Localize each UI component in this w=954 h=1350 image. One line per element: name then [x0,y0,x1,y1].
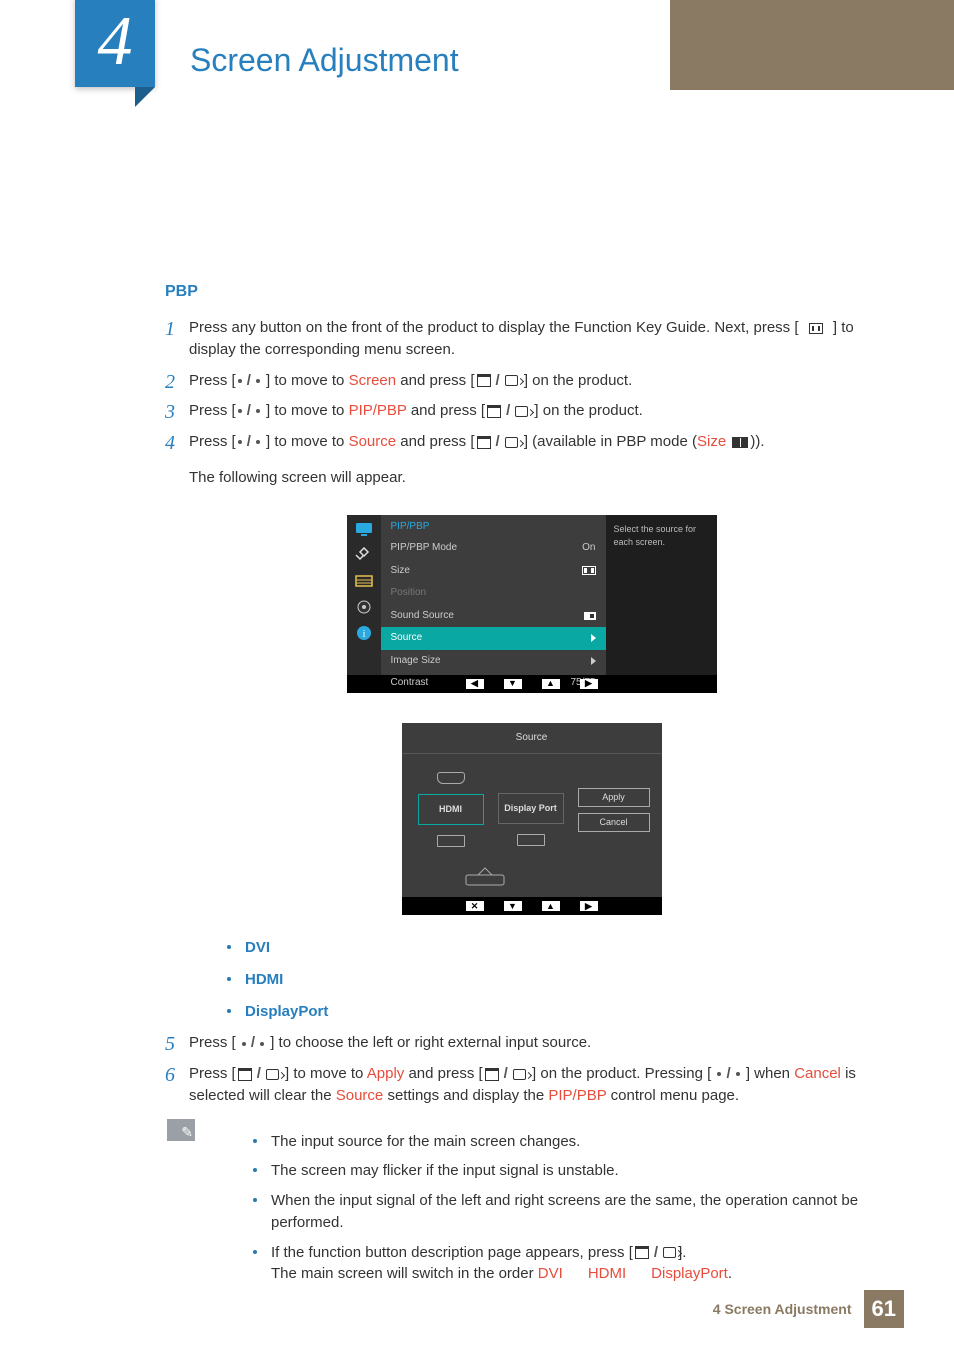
enter-icon [505,437,518,448]
enter-icon [266,1069,279,1080]
page-number: 61 [864,1290,904,1328]
option-hdmi: HDMI [189,969,874,991]
osd-row: Image Size [381,650,606,673]
rect-icon [477,374,491,387]
osd-title: PIP/PBP [381,515,606,538]
src-apply: Apply [578,788,650,807]
option-dvi: DVI [189,937,874,959]
tab-osd-icon [354,573,374,589]
pbp-size-icon [732,437,748,448]
src-navbar: ✕▼▲▶ [402,897,662,915]
tab-info-icon: i [354,625,374,641]
svg-text:i: i [362,629,365,640]
note-item: The input source for the main screen cha… [215,1131,874,1153]
tab-picture-icon [354,521,374,537]
menu-icon [809,323,823,334]
src-right: Display Port [498,793,564,824]
src-cancel: Cancel [578,813,650,832]
rect-icon [635,1246,649,1259]
note-item: The screen may flicker if the input sign… [215,1160,874,1182]
osd-row: Contrast75/75 [381,672,606,695]
chapter-number-badge: 4 [75,0,155,87]
tab-pip-icon [354,547,374,563]
rect-icon [238,1068,252,1081]
src-title: Source [402,723,662,755]
osd-row: PIP/PBP ModeOn [381,537,606,560]
section-heading: PBP [165,280,874,303]
src-left: HDMI [418,794,484,825]
chapter-title: Screen Adjustment [190,37,459,83]
step-6: Press [/ ] to move to Apply and press [/… [165,1063,874,1107]
rect-icon [487,405,501,418]
step-3: Press [/ ] to move to PIP/PBP and press … [165,400,874,422]
osd-row: Sound Source [381,605,606,628]
enter-icon [515,406,528,417]
enter-icon [663,1247,676,1258]
step-1: Press any button on the front of the pro… [165,317,874,361]
tab-setup-icon [354,599,374,615]
enter-icon [513,1069,526,1080]
keyboard-icon [422,865,642,883]
osd-hint: Select the source for each screen. [606,515,717,675]
note-item: When the input signal of the left and ri… [215,1190,874,1234]
option-displayport: DisplayPort [189,1001,874,1023]
osd-screenshot-2: Source HDMI Display Port [402,723,662,916]
osd-row: Position [381,582,606,605]
rect-icon [477,436,491,449]
rect-icon [485,1068,499,1081]
note-item: If the function button description page … [215,1242,874,1286]
osd-screenshot-1: i PIP/PBP PIP/PBP ModeOn Size Position S… [347,515,717,693]
step-4: Press [/ ] to move to Source and press [… [165,431,874,1022]
step-2: Press [/ ] to move to Screen and press [… [165,370,874,392]
note-icon [167,1119,195,1141]
step-5: Press [ / ] to choose the left or right … [165,1032,874,1054]
osd-row: Size [381,560,606,583]
enter-icon [505,375,518,386]
footer-label: 4 Screen Adjustment [713,1299,852,1319]
osd-row-selected: Source [381,627,606,650]
